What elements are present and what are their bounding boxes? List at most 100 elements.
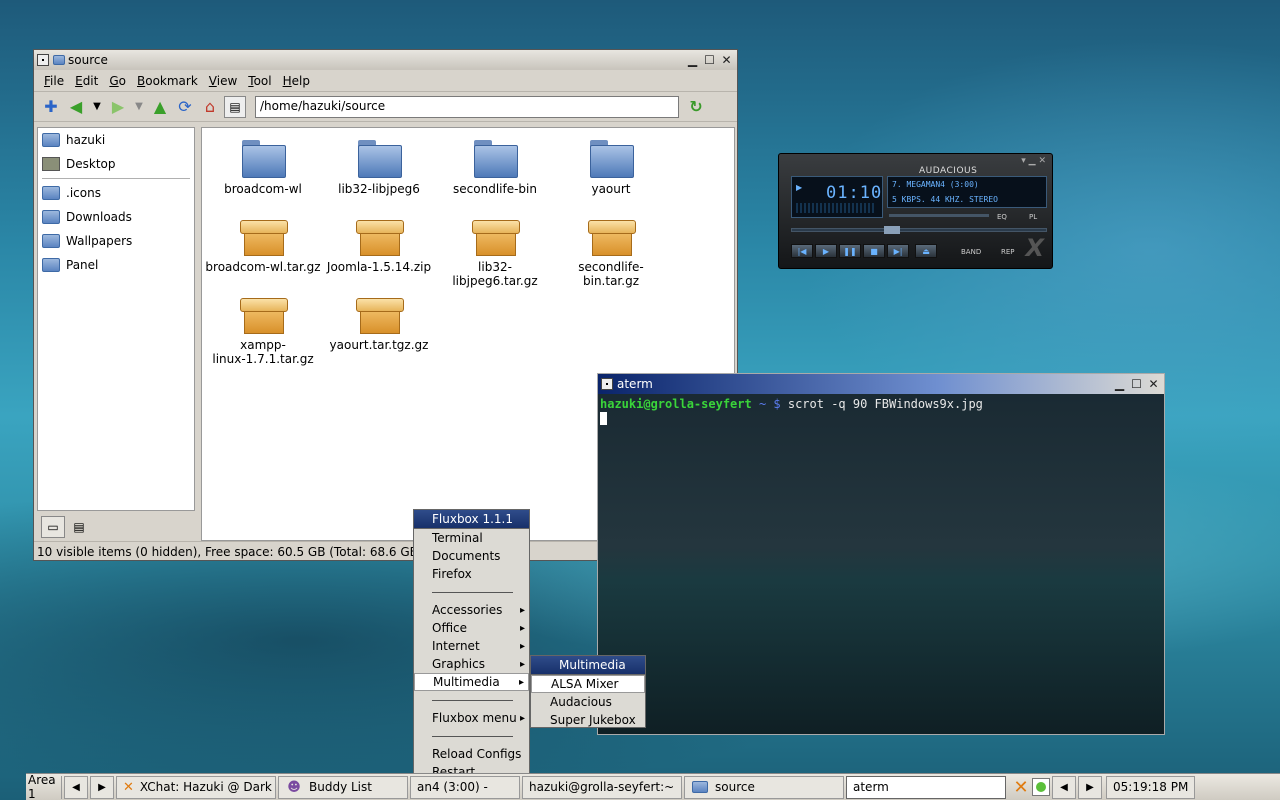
- next-button[interactable]: ▶|: [887, 244, 909, 258]
- play-button[interactable]: ▶: [815, 244, 837, 258]
- home-icon[interactable]: ⌂: [199, 96, 221, 118]
- task-label: an4 (3:00) -: [417, 780, 488, 794]
- places-view-tab[interactable]: ▭: [41, 516, 65, 538]
- menu-title: Fluxbox 1.1.1: [414, 510, 529, 529]
- folder-item[interactable]: yaourt: [552, 140, 670, 196]
- submenu-item-audacious[interactable]: Audacious: [531, 693, 645, 711]
- tray-next-button[interactable]: ▶: [1078, 775, 1102, 799]
- up-icon[interactable]: ▲: [149, 96, 171, 118]
- previous-button[interactable]: |◀: [791, 244, 813, 258]
- sidebar-item-panel[interactable]: Panel: [38, 253, 194, 277]
- sidebar-item-hazuki[interactable]: hazuki: [38, 128, 194, 152]
- archive-item[interactable]: lib32-libjpeg6.tar.gz: [436, 218, 554, 288]
- task-button-buddy-list[interactable]: ☻ Buddy List: [278, 775, 408, 799]
- forward-icon[interactable]: ▶: [107, 96, 129, 118]
- close-button[interactable]: ✕: [1146, 377, 1161, 391]
- archive-item[interactable]: broadcom-wl.tar.gz: [204, 218, 322, 274]
- network-tray-icon[interactable]: [1032, 778, 1050, 796]
- player-window-controls[interactable]: ▾ ▁ ✕: [1021, 156, 1046, 166]
- minimize-button[interactable]: ▁: [1112, 377, 1127, 391]
- menu-item-multimedia[interactable]: Multimedia: [414, 673, 529, 691]
- sidebar-item-desktop[interactable]: Desktop: [38, 152, 194, 176]
- maximize-button[interactable]: ☐: [702, 53, 717, 67]
- menu-tool[interactable]: Tool: [248, 74, 271, 88]
- sidebar-item-wallpapers[interactable]: Wallpapers: [38, 229, 194, 253]
- folder-icon: [242, 140, 286, 178]
- menu-bookmark[interactable]: Bookmark: [137, 74, 198, 88]
- archive-item[interactable]: xampp- linux-1.7.1.tar.gz: [204, 296, 322, 366]
- eq-toggle[interactable]: EQ: [997, 213, 1007, 221]
- song-info-display: 7. MEGAMAN4 (3:00) 5 KBPS. 44 KHZ. STERE…: [887, 176, 1047, 208]
- sidebar-item-label: hazuki: [66, 133, 106, 147]
- xchat-tray-icon[interactable]: ✕: [1010, 776, 1032, 798]
- menu-item-internet[interactable]: Internet: [414, 637, 529, 655]
- sidebar-item-downloads[interactable]: Downloads: [38, 205, 194, 229]
- eject-button[interactable]: ⏏: [915, 244, 937, 258]
- go-icon[interactable]: ↻: [685, 96, 707, 118]
- menu-go[interactable]: Go: [109, 74, 126, 88]
- seek-slider[interactable]: [791, 226, 1047, 234]
- window-menu-button[interactable]: [37, 54, 49, 66]
- task-button-hazuki-grolla-seyfert[interactable]: hazuki@grolla-seyfert:~: [522, 775, 682, 799]
- menu-item-reload-configs[interactable]: Reload Configs: [414, 745, 529, 763]
- playlist-toggle[interactable]: PL: [1029, 213, 1037, 221]
- reload-icon[interactable]: ⟳: [174, 96, 196, 118]
- menu-file[interactable]: File: [44, 74, 64, 88]
- new-tab-icon[interactable]: ✚: [40, 96, 62, 118]
- minimize-button[interactable]: ▁: [685, 53, 700, 67]
- repeat-toggle[interactable]: REP: [1001, 248, 1015, 256]
- pause-button[interactable]: ❚❚: [839, 244, 861, 258]
- sidebar-item-icons[interactable]: .icons: [38, 181, 194, 205]
- tree-view-tab[interactable]: ▤: [67, 516, 91, 538]
- archive-item[interactable]: Joomla-1.5.14.zip: [320, 218, 438, 274]
- back-dropdown-icon[interactable]: ▼: [90, 96, 104, 118]
- submenu-item-super-jukebox[interactable]: Super Jukebox: [531, 711, 645, 729]
- folder-item[interactable]: broadcom-wl: [204, 140, 322, 196]
- workspace-next-button[interactable]: ▶: [90, 775, 114, 799]
- menu-view[interactable]: View: [209, 74, 237, 88]
- task-button-source[interactable]: source: [684, 775, 844, 799]
- submenu-item-alsa-mixer[interactable]: ALSA Mixer: [531, 675, 645, 693]
- sidebar-item-label: Desktop: [66, 157, 116, 171]
- folder-item[interactable]: secondlife-bin: [436, 140, 554, 196]
- menu-item-firefox[interactable]: Firefox: [414, 565, 529, 583]
- close-button[interactable]: ✕: [719, 53, 734, 67]
- menu-item-graphics[interactable]: Graphics: [414, 655, 529, 673]
- menu-item-terminal[interactable]: Terminal: [414, 529, 529, 547]
- archive-item[interactable]: yaourt.tar.tgz.gz: [320, 296, 438, 352]
- forward-dropdown-icon[interactable]: ▼: [132, 96, 146, 118]
- archive-item[interactable]: secondlife-bin.tar.gz: [552, 218, 670, 288]
- terminal-titlebar[interactable]: aterm ▁ ☐ ✕: [598, 374, 1164, 394]
- menu-item-fluxbox-menu[interactable]: Fluxbox menu: [414, 709, 529, 727]
- menu-item-accessories[interactable]: Accessories: [414, 601, 529, 619]
- back-icon[interactable]: ◀: [65, 96, 87, 118]
- menu-item-office[interactable]: Office: [414, 619, 529, 637]
- task-button-xchat-hazuki-dark[interactable]: ✕ XChat: Hazuki @ Dark: [116, 775, 276, 799]
- system-tray: ✕: [1010, 776, 1050, 799]
- menu-help[interactable]: Help: [283, 74, 310, 88]
- stop-button[interactable]: ■: [863, 244, 885, 258]
- file-name: yaourt: [591, 182, 631, 196]
- task-button-aterm[interactable]: aterm: [846, 775, 1006, 799]
- workspace-name[interactable]: Area 1: [26, 773, 62, 800]
- audacious-player[interactable]: AUDACIOUS ▾ ▁ ✕ ▶ 01:10 7. MEGAMAN4 (3:0…: [778, 153, 1053, 269]
- menu-item-documents[interactable]: Documents: [414, 547, 529, 565]
- time-display[interactable]: ▶ 01:10: [791, 176, 883, 218]
- folder-item[interactable]: lib32-libjpeg6: [320, 140, 438, 196]
- file-manager-titlebar[interactable]: source ▁ ☐ ✕: [34, 50, 737, 70]
- maximize-button[interactable]: ☐: [1129, 377, 1144, 391]
- fluxbox-root-menu: Fluxbox 1.1.1 Terminal Documents Firefox Ac…: [413, 509, 530, 800]
- menu-edit[interactable]: Edit: [75, 74, 98, 88]
- toolbar: ✚ ◀ ▼ ▶ ▼ ▲ ⟳ ⌂ ▤ /home/hazuki/source ↻: [34, 92, 737, 122]
- bookmark-icon[interactable]: ▤: [224, 95, 246, 118]
- task-button-an4-3-00[interactable]: an4 (3:00) -: [410, 775, 520, 799]
- shuffle-toggle[interactable]: BAND: [961, 248, 981, 256]
- window-menu-button[interactable]: [601, 378, 613, 390]
- task-label: hazuki@grolla-seyfert:~: [529, 780, 675, 794]
- terminal-output[interactable]: hazuki@grolla-seyfert ~ $ scrot -q 90 FB…: [598, 394, 1164, 734]
- tray-prev-button[interactable]: ◀: [1052, 775, 1076, 799]
- workspace-prev-button[interactable]: ◀: [64, 775, 88, 799]
- file-name: broadcom-wl.tar.gz: [205, 260, 321, 274]
- address-bar[interactable]: /home/hazuki/source: [255, 95, 679, 118]
- volume-slider[interactable]: [889, 214, 989, 217]
